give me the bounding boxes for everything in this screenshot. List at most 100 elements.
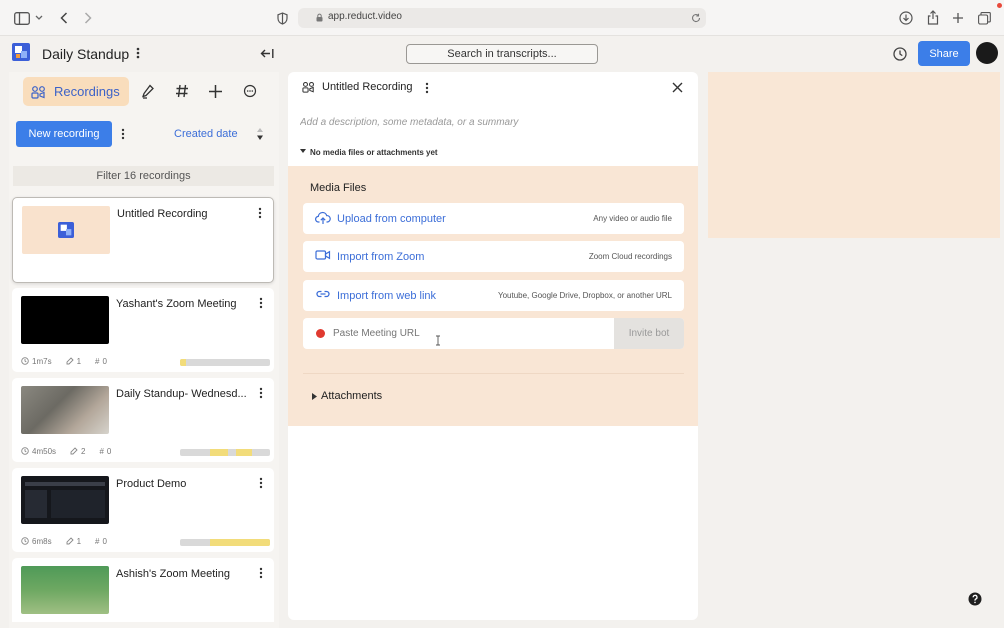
cloud-upload-icon bbox=[315, 211, 331, 225]
record-dot-icon bbox=[316, 329, 325, 338]
search-transcripts-input[interactable]: Search in transcripts... bbox=[406, 44, 598, 64]
hash-icon: # bbox=[99, 446, 104, 456]
filter-recordings-input[interactable]: Filter 16 recordings bbox=[13, 166, 274, 186]
recording-menu-icon[interactable] bbox=[255, 206, 265, 220]
recording-duration: 6m8s bbox=[32, 536, 52, 546]
clock-icon bbox=[21, 447, 29, 455]
caret-down-icon bbox=[300, 149, 307, 155]
video-camera-icon bbox=[315, 249, 331, 263]
option-description: Youtube, Google Drive, Dropbox, or anoth… bbox=[497, 291, 672, 300]
url-text: app.reduct.video bbox=[328, 11, 402, 22]
privacy-shield-icon[interactable] bbox=[276, 11, 288, 25]
recording-thumbnail bbox=[21, 476, 109, 524]
recording-card[interactable]: Daily Standup- Wednesd... 4m50s 2 #0 bbox=[12, 378, 274, 462]
project-menu-icon[interactable] bbox=[134, 46, 142, 60]
recording-card[interactable]: Product Demo 6m8s 1 #0 bbox=[12, 468, 274, 552]
help-icon[interactable] bbox=[968, 592, 982, 606]
sort-by-created-date[interactable]: Created date bbox=[174, 128, 238, 140]
notification-dot bbox=[997, 3, 1002, 8]
speaker-icon bbox=[66, 357, 74, 365]
clock-icon bbox=[21, 537, 29, 545]
recordings-icon bbox=[31, 85, 46, 99]
recording-duration: 1m7s bbox=[32, 356, 52, 366]
forward-arrow-icon[interactable] bbox=[82, 11, 94, 25]
user-avatar[interactable] bbox=[976, 42, 998, 64]
meeting-url-input[interactable] bbox=[333, 322, 603, 344]
transcript-progress-bar bbox=[180, 449, 270, 456]
section-divider bbox=[303, 373, 684, 374]
recording-speakers: 1 bbox=[76, 356, 82, 366]
text-cursor-icon bbox=[435, 335, 441, 347]
option-description: Any video or audio file bbox=[593, 214, 672, 223]
sidebar-toggle-icon[interactable] bbox=[14, 11, 30, 25]
tab-tags-hash-icon[interactable] bbox=[174, 83, 190, 99]
recording-title: Daily Standup- Wednesd... bbox=[116, 388, 247, 400]
new-recording-button[interactable]: New recording bbox=[16, 121, 112, 147]
share-sheet-icon[interactable] bbox=[925, 9, 941, 25]
recording-speakers: 2 bbox=[81, 446, 86, 456]
sort-direction-icon[interactable] bbox=[255, 126, 265, 142]
recording-title-menu-icon[interactable] bbox=[423, 81, 431, 95]
media-files-heading: Media Files bbox=[310, 182, 367, 194]
recording-tags: 0 bbox=[102, 536, 107, 546]
recording-thumbnail bbox=[22, 206, 110, 254]
recording-menu-icon[interactable] bbox=[256, 566, 266, 580]
import-from-web-link-option[interactable]: Import from web link Youtube, Google Dri… bbox=[303, 280, 684, 311]
recording-card[interactable]: Yashant's Zoom Meeting 1m7s 1 #0 bbox=[12, 288, 274, 372]
new-tab-icon[interactable] bbox=[951, 11, 965, 25]
close-icon[interactable] bbox=[671, 81, 684, 94]
clock-icon bbox=[21, 357, 29, 365]
recording-thumbnail bbox=[21, 566, 109, 614]
option-label: Upload from computer bbox=[337, 213, 446, 225]
recording-meta: 6m8s 1 #0 bbox=[21, 536, 117, 546]
reload-icon[interactable] bbox=[690, 12, 702, 24]
recording-meta: 1m7s 1 #0 bbox=[21, 356, 117, 366]
collapse-sidebar-icon[interactable] bbox=[259, 46, 275, 60]
app-logo-icon bbox=[58, 222, 74, 238]
speaker-icon bbox=[70, 447, 78, 455]
project-title[interactable]: Daily Standup bbox=[42, 46, 129, 62]
caret-right-icon bbox=[312, 392, 317, 400]
import-from-zoom-option[interactable]: Import from Zoom Zoom Cloud recordings bbox=[303, 241, 684, 272]
tab-recordings[interactable]: Recordings bbox=[23, 77, 129, 106]
option-label: Import from web link bbox=[337, 290, 437, 302]
transcript-progress-bar bbox=[180, 359, 270, 366]
recording-menu-icon[interactable] bbox=[256, 476, 266, 490]
recording-thumbnail bbox=[21, 296, 109, 344]
recordings-menu-icon[interactable] bbox=[119, 127, 127, 141]
recording-card[interactable]: Untitled Recording bbox=[12, 197, 274, 283]
tab-recordings-label: Recordings bbox=[54, 84, 120, 99]
option-label: Import from Zoom bbox=[337, 251, 425, 263]
description-field[interactable]: Add a description, some metadata, or a s… bbox=[300, 117, 690, 131]
recording-menu-icon[interactable] bbox=[256, 296, 266, 310]
share-button[interactable]: Share bbox=[918, 41, 970, 66]
tab-overview-icon[interactable] bbox=[977, 11, 991, 25]
speaker-icon bbox=[66, 537, 74, 545]
tab-speakers-icon[interactable] bbox=[140, 83, 156, 99]
recording-title: Product Demo bbox=[116, 478, 187, 490]
recording-tags: 0 bbox=[106, 446, 112, 456]
recording-title: Untitled Recording bbox=[117, 208, 208, 220]
recording-speakers: 1 bbox=[76, 536, 82, 546]
upload-from-computer-option[interactable]: Upload from computer Any video or audio … bbox=[303, 203, 684, 234]
tab-comments-icon[interactable] bbox=[242, 83, 258, 99]
attachments-toggle[interactable]: Attachments bbox=[312, 390, 382, 402]
recording-menu-icon[interactable] bbox=[256, 386, 266, 400]
preview-panel bbox=[708, 72, 1000, 238]
invite-bot-button[interactable]: Invite bot bbox=[614, 318, 684, 349]
tab-add-plus-icon[interactable] bbox=[207, 83, 223, 99]
recording-card[interactable]: Ashish's Zoom Meeting bbox=[12, 558, 274, 622]
recording-title: Yashant's Zoom Meeting bbox=[116, 298, 237, 310]
history-clock-icon[interactable] bbox=[892, 46, 908, 62]
download-icon[interactable] bbox=[898, 10, 914, 26]
chevron-down-icon[interactable] bbox=[34, 13, 44, 23]
hash-icon: # bbox=[95, 536, 100, 546]
attachments-label: Attachments bbox=[321, 390, 383, 402]
back-arrow-icon[interactable] bbox=[58, 11, 70, 25]
recording-duration: 4m50s bbox=[32, 446, 57, 456]
recordings-icon bbox=[302, 81, 316, 94]
no-media-status[interactable]: No media files or attachments yet bbox=[310, 148, 438, 157]
hash-icon: # bbox=[95, 356, 100, 366]
option-description: Zoom Cloud recordings bbox=[588, 252, 672, 261]
recording-title-heading[interactable]: Untitled Recording bbox=[322, 81, 413, 93]
